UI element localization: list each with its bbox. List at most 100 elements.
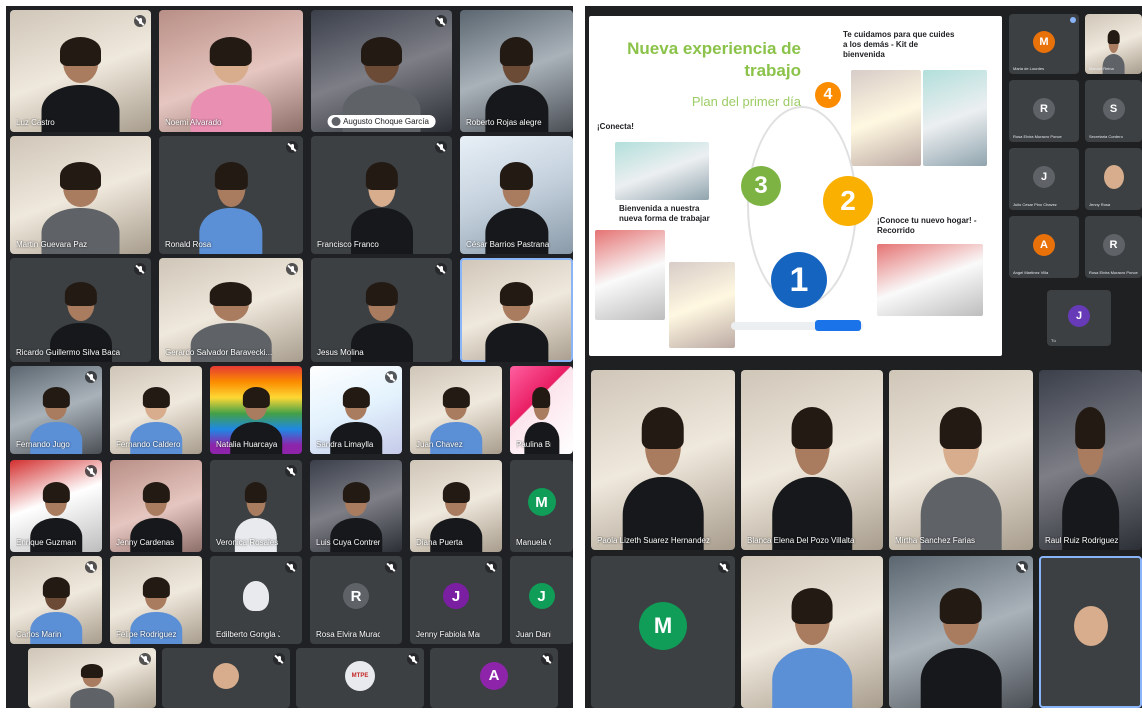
participant-name: Diana Puerta xyxy=(416,538,463,547)
mic-off-icon xyxy=(435,15,447,27)
slide-photo xyxy=(669,262,735,348)
participant-tile[interactable]: J Julio Cesar Pino Chavez xyxy=(1009,148,1079,210)
participant-tile[interactable]: Luis Cuya Contreras xyxy=(310,460,402,552)
self-view-tile[interactable]: J Tú xyxy=(1047,290,1111,346)
mic-off-icon xyxy=(718,561,730,573)
participant-name: Manuel Reina xyxy=(1089,66,1114,71)
participant-name: Tú xyxy=(1051,338,1056,343)
mtpe-logo: MTPE xyxy=(345,660,375,691)
avatar: J xyxy=(528,583,555,610)
participant-tile[interactable]: Mirtha Sanchez Farias xyxy=(889,370,1033,550)
step-3-circle: 3 xyxy=(741,166,781,206)
participant-tile[interactable]: Blanca Elena Del Pozo Villalta xyxy=(741,370,883,550)
participant-name: Natalia Huarcaya xyxy=(216,440,278,449)
participant-tile[interactable] xyxy=(889,556,1033,708)
participant-name: Luz Castro xyxy=(16,118,55,127)
slide-photo xyxy=(595,230,665,320)
participant-tile[interactable]: Ricardo Guillermo Silva Baca xyxy=(10,258,151,362)
participant-tile[interactable]: Jenny Cardenas xyxy=(110,460,202,552)
participant-tile[interactable]: A Angel Martinez Villa xyxy=(1009,216,1079,278)
participant-video xyxy=(920,407,1002,550)
participant-tile[interactable]: Edilberto Gongla Jaime R... xyxy=(210,556,302,644)
participant-name: Edilberto Gongla Jaime R... xyxy=(216,630,280,639)
active-speaker-tile[interactable] xyxy=(1039,556,1142,708)
active-speaker-tile[interactable] xyxy=(460,258,573,362)
mic-off-icon xyxy=(285,465,297,477)
participant-tile[interactable]: Ronald Rosa xyxy=(159,136,303,254)
participant-tile[interactable]: Martin Guevara Paz xyxy=(10,136,151,254)
shared-presentation[interactable]: Nueva experiencia de trabajo Plan del pr… xyxy=(589,16,1002,356)
participant-tile[interactable]: César Barrios Pastrana xyxy=(460,136,573,254)
participant-tile[interactable]: Juan Chavez xyxy=(410,366,502,454)
participant-tile[interactable]: S Secretaria Cordero xyxy=(1085,80,1142,142)
slide-item-care: Te cuidamos para que cuides a los demás … xyxy=(843,30,955,59)
participant-tile[interactable]: Paola Lizeth Suarez Hernandez xyxy=(591,370,735,550)
participant-name: Juan Chavez xyxy=(416,440,463,449)
participant-video xyxy=(1061,407,1120,550)
participant-name: Felipe Rodriguez xyxy=(116,630,177,639)
participant-tile[interactable]: Francisco Franco xyxy=(311,136,452,254)
participant-tile[interactable]: Natalia Huarcaya xyxy=(210,366,302,454)
participant-tile[interactable] xyxy=(741,556,883,708)
profile-photo xyxy=(1073,605,1108,646)
participant-tile[interactable]: Diana Puerta xyxy=(410,460,502,552)
participant-tile[interactable]: Enrique Guzman xyxy=(10,460,102,552)
participant-name: Jenny Fabiola Marin Sala... xyxy=(416,630,480,639)
participant-tile[interactable]: M Maria de Lourdes xyxy=(1009,14,1079,74)
participant-tile[interactable]: Augusto Choque García xyxy=(311,10,452,132)
avatar: S xyxy=(1102,97,1125,120)
participant-tile[interactable]: Sandra Limaylla xyxy=(310,366,402,454)
participant-tile[interactable] xyxy=(28,648,156,708)
participant-tile[interactable]: Fernando Jugo xyxy=(10,366,102,454)
participant-tile[interactable]: A xyxy=(430,648,558,708)
participant-tile[interactable]: Noemi Alvarado xyxy=(159,10,303,132)
slide-photo xyxy=(923,70,987,166)
participant-tile[interactable]: M xyxy=(591,556,735,708)
step-4-circle: 4 xyxy=(815,82,841,108)
mic-off-icon xyxy=(385,371,397,383)
participant-tile[interactable]: Jesus Molina xyxy=(311,258,452,362)
participant-name: Mirtha Sanchez Farias xyxy=(895,536,976,545)
participant-name: Raul Ruiz Rodriguez xyxy=(1045,536,1119,545)
participant-tile[interactable]: Veronica Rosales xyxy=(210,460,302,552)
participant-name: Luis Cuya Contreras xyxy=(316,538,380,547)
participant-tile[interactable] xyxy=(162,648,290,708)
participant-tile[interactable]: Luz Castro xyxy=(10,10,151,132)
participant-tile[interactable]: M Manuela García Castro xyxy=(510,460,573,552)
participant-name: Roberto Rojas alegre xyxy=(466,118,542,127)
participant-tile[interactable]: R Rosa Elvira Muracro Ponce xyxy=(310,556,402,644)
mic-off-icon xyxy=(134,15,146,27)
participant-tile[interactable]: J Jenny Fabiola Marin Sala... xyxy=(410,556,502,644)
participant-tile[interactable]: Manuel Reina xyxy=(1085,14,1142,74)
pinned-name-chip: Augusto Choque García xyxy=(327,115,436,128)
avatar: J xyxy=(443,583,469,610)
slide-item-welcome: Bienvenida a nuestra nueva forma de trab… xyxy=(619,204,710,223)
participant-tile[interactable]: Jenny Rosa xyxy=(1085,148,1142,210)
participant-tile[interactable]: R Rosa Elvira Muracro Ponce xyxy=(1009,80,1079,142)
slide-photo xyxy=(851,70,921,166)
participant-name: César Barrios Pastrana xyxy=(466,240,550,249)
participant-name: Martin Guevara Paz xyxy=(16,240,88,249)
participant-name: Fernando Calderon Campos xyxy=(116,440,180,449)
participant-video xyxy=(772,407,852,550)
participant-tile[interactable]: R Rosa Elvira Muracro Ponce xyxy=(1085,216,1142,278)
participant-name: Julio Cesar Pino Chavez xyxy=(1013,202,1057,207)
participant-tile[interactable]: Carlos Marin xyxy=(10,556,102,644)
participant-tile[interactable]: Paulina Bringas xyxy=(510,366,573,454)
participant-tile[interactable]: Roberto Rojas alegre xyxy=(460,10,573,132)
mic-off-icon xyxy=(85,561,97,573)
participant-tile[interactable]: Fernando Calderon Campos xyxy=(110,366,202,454)
participant-tile[interactable]: Raul Ruiz Rodriguez xyxy=(1039,370,1142,550)
participant-name: Fernando Jugo xyxy=(16,440,70,449)
participant-tile[interactable]: Felipe Rodriguez xyxy=(110,556,202,644)
participant-tile[interactable]: MTPE xyxy=(296,648,424,708)
participant-tile[interactable]: Gerardo Salvador Baravecki... xyxy=(159,258,303,362)
participant-name: Rosa Elvira Muracro Ponce xyxy=(1089,270,1138,275)
mic-off-icon xyxy=(385,561,397,573)
slide-caption-button[interactable] xyxy=(815,320,861,331)
mic-off-icon xyxy=(285,561,297,573)
participant-tile[interactable]: J Juan Daniel Tapia xyxy=(510,556,573,644)
participant-name: Veronica Rosales xyxy=(216,538,279,547)
participant-name: Ricardo Guillermo Silva Baca xyxy=(16,348,121,357)
participant-name: Paulina Bringas xyxy=(516,440,551,449)
